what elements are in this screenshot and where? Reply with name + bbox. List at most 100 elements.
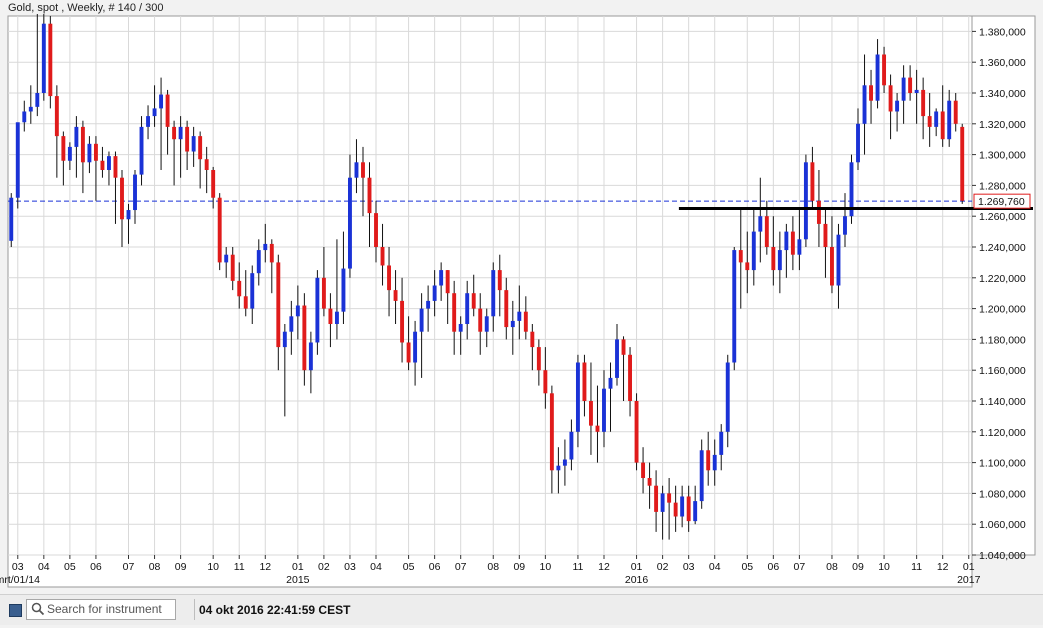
candle-body [28, 106, 33, 112]
candle-body [133, 174, 137, 211]
x-tick-sublabel: 2016 [625, 574, 649, 586]
candlestick-chart[interactable]: 1.040,000 1.060,000 1.080,000 1.100,000 1.12… [0, 14, 1043, 590]
candle-body [54, 96, 59, 137]
candle-body [341, 268, 346, 312]
candle-body [413, 331, 418, 363]
candle-body [393, 290, 398, 301]
candle-body [569, 431, 574, 460]
square-icon[interactable] [9, 604, 22, 617]
candle-body [797, 239, 802, 255]
candle-body [947, 100, 952, 140]
candle-body [882, 54, 887, 86]
x-tick-label: 06 [90, 561, 102, 573]
candle-body [178, 126, 183, 140]
timestamp: 04 okt 2016 22:41:59 CEST [199, 603, 351, 617]
candle-body [491, 270, 496, 317]
x-tick-label: 01 [631, 561, 643, 573]
candle-body [843, 216, 847, 235]
x-tick-label: 05 [741, 561, 753, 573]
candle-body [901, 77, 906, 101]
y-tick-label: 1.260,000 [979, 211, 1026, 223]
search-input[interactable] [47, 601, 171, 617]
candle-body [556, 465, 561, 471]
x-tick-label: 09 [175, 561, 187, 573]
candle-body [445, 270, 450, 294]
current-price-label: 1.269,760 [978, 196, 1025, 208]
candle-body [367, 177, 372, 214]
candle-body [543, 370, 548, 394]
candle-body [686, 496, 691, 522]
candle-body [510, 320, 515, 328]
candle-body [328, 308, 333, 324]
x-tick-label: 01 [292, 561, 304, 573]
candle-body [308, 342, 313, 371]
x-tick-label: 05 [403, 561, 415, 573]
y-tick-label: 1.200,000 [979, 304, 1026, 316]
candle-body [15, 122, 20, 198]
chart-title: Gold, spot , Weekly, # 140 / 300 [8, 2, 164, 14]
search-icon [31, 602, 45, 616]
candle-body [862, 85, 867, 124]
candle-body [74, 126, 79, 147]
x-tick-label: 01 [963, 561, 975, 573]
y-tick-label: 1.060,000 [979, 519, 1026, 531]
search-box[interactable] [26, 599, 176, 620]
candle-body [289, 316, 294, 332]
candle-body [295, 305, 300, 317]
x-tick-label: 03 [344, 561, 356, 573]
candle-body [673, 502, 678, 517]
candle-body [960, 126, 965, 201]
candle-body [680, 496, 685, 517]
chart-area[interactable]: 1.040,000 1.060,000 1.080,000 1.100,000 1.12… [0, 14, 1043, 590]
x-tick-label: 07 [455, 561, 467, 573]
candle-body [790, 231, 795, 255]
candle-body [758, 216, 763, 232]
candle-body [595, 425, 600, 432]
x-tick-label: 11 [234, 561, 245, 573]
candle-body [908, 77, 913, 93]
candle-body [465, 293, 470, 324]
y-tick-label: 1.240,000 [979, 242, 1026, 254]
candle-body [745, 262, 750, 271]
candle-body [484, 316, 489, 332]
candle-body [497, 270, 502, 291]
y-tick-label: 1.140,000 [979, 396, 1026, 408]
candle-body [35, 93, 40, 107]
candle-body [458, 324, 463, 332]
candle-body [641, 462, 646, 478]
x-tick-label: 06 [767, 561, 779, 573]
y-tick-label: 1.280,000 [979, 180, 1026, 192]
candle-body [41, 23, 46, 94]
y-tick-label: 1.160,000 [979, 365, 1026, 377]
candle-body [387, 265, 391, 291]
candle-body [22, 111, 27, 123]
candle-body [354, 162, 359, 178]
candle-body [575, 362, 580, 432]
candle-body [706, 450, 711, 471]
candle-body [361, 162, 365, 178]
candle-body [771, 247, 776, 271]
candle-body [419, 308, 424, 332]
candle-body [895, 100, 900, 112]
candle-body [654, 485, 659, 512]
candle-body [321, 277, 326, 309]
x-tick-label: 02 [657, 561, 669, 573]
candle-body [940, 111, 945, 140]
candle-body [191, 136, 196, 152]
candle-body [172, 126, 177, 140]
candle-body [856, 123, 860, 163]
candle-body [250, 273, 255, 309]
candle-body [315, 277, 320, 343]
x-tick-label: 04 [370, 561, 382, 573]
y-tick-label: 1.300,000 [979, 150, 1026, 162]
candle-body [230, 254, 235, 281]
divider [194, 599, 195, 620]
x-tick-label: 06 [429, 561, 441, 573]
candle-body [185, 126, 190, 152]
y-tick-label: 1.180,000 [979, 334, 1026, 346]
x-tick-label: 11 [572, 561, 583, 573]
y-tick-label: 1.040,000 [979, 550, 1026, 562]
y-tick-label: 1.340,000 [979, 88, 1026, 100]
candle-body [159, 94, 164, 109]
candle-body [152, 108, 157, 117]
